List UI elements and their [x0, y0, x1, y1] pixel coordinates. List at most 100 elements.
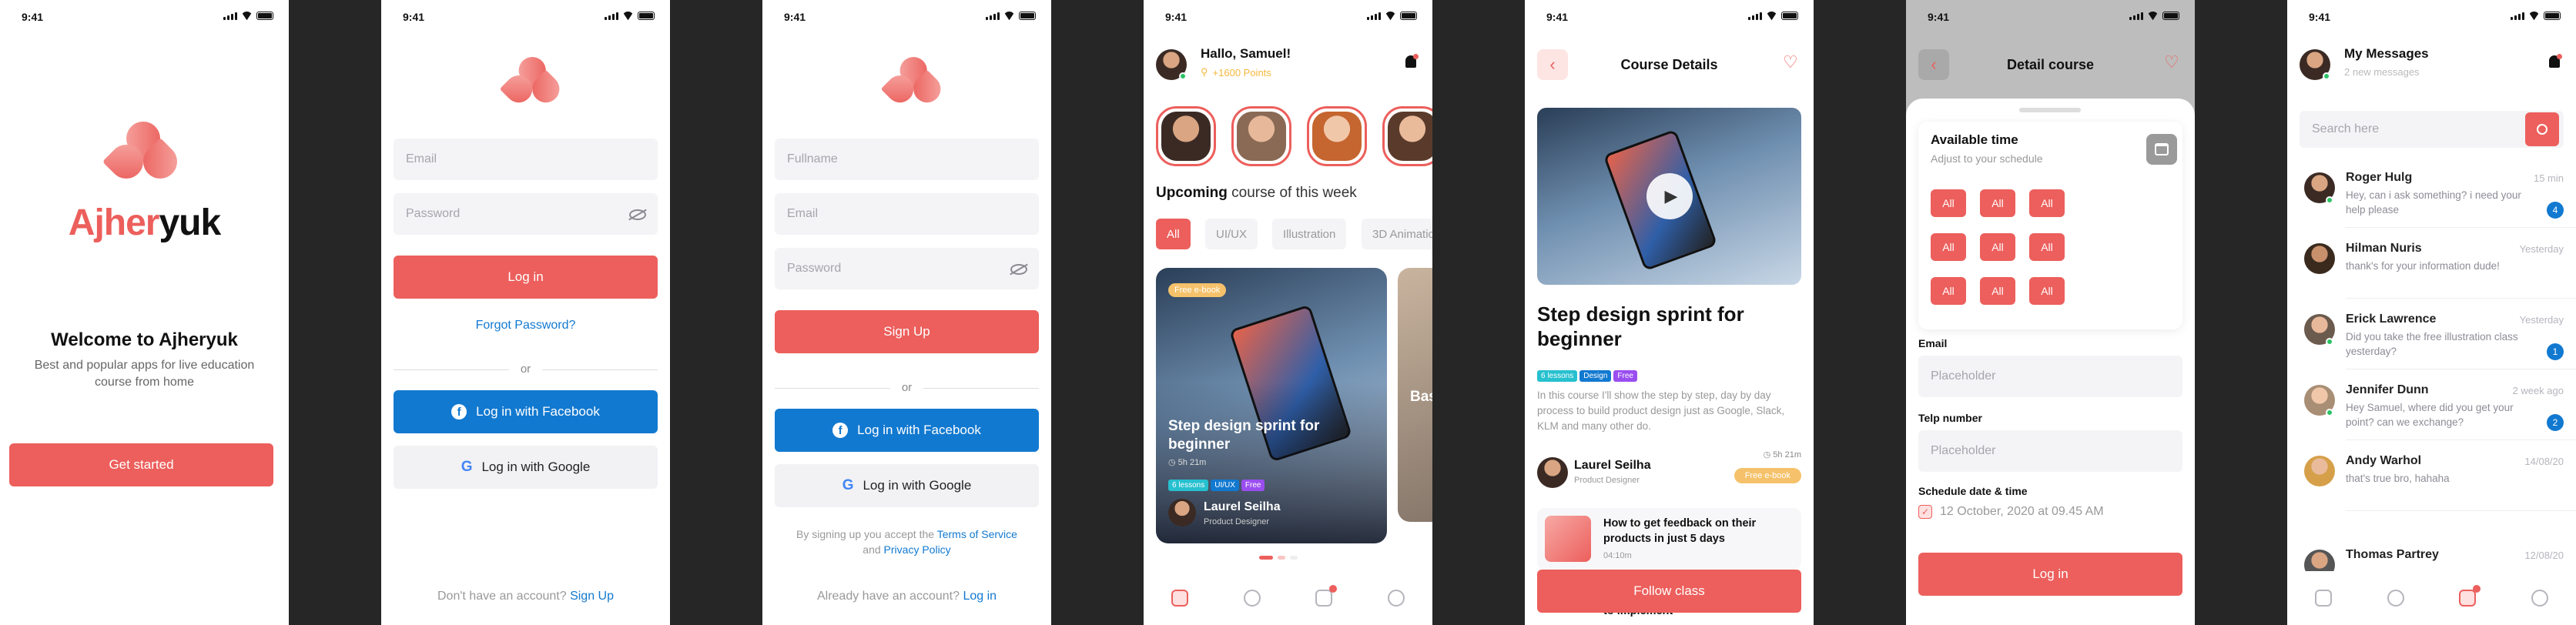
contact-name: Erick Lawrence: [2346, 312, 2437, 326]
phone-field[interactable]: Placeholder: [1918, 430, 2182, 472]
login-prompt: Already have an account? Log in: [762, 590, 1051, 603]
author-role: Product Designer: [1574, 476, 1640, 485]
nav-home-icon[interactable]: [1171, 590, 1188, 607]
story-avatar[interactable]: [1382, 106, 1432, 166]
filter-chip-all[interactable]: All: [1156, 219, 1191, 249]
contact-name: Hilman Nuris: [2346, 242, 2422, 255]
course-description: In this course I'll show the step by ste…: [1537, 389, 1785, 432]
search-input[interactable]: Search here: [2300, 111, 2564, 148]
conversation-item[interactable]: Andy Warhol that's true bro, hahaha 14/08/…: [2287, 445, 2576, 511]
nav-messages-icon[interactable]: [2459, 585, 2481, 607]
brand-part-2: yuk: [159, 202, 221, 243]
play-button[interactable]: ▶: [1646, 173, 1693, 219]
bell-badge: [2557, 54, 2562, 59]
time-slot[interactable]: All: [2029, 233, 2065, 261]
time-slot[interactable]: All: [1980, 277, 2015, 305]
nav-explore-icon[interactable]: [2387, 590, 2404, 607]
facebook-login-button[interactable]: f Log in with Facebook: [394, 390, 658, 433]
get-started-button[interactable]: Get started: [9, 443, 273, 486]
terms-link[interactable]: Terms of Service: [937, 528, 1017, 540]
contact-avatar: [2304, 456, 2335, 486]
hide-password-icon[interactable]: [1010, 264, 1027, 275]
privacy-link[interactable]: Privacy Policy: [884, 543, 951, 556]
filter-chip-illustration[interactable]: Illustration: [1272, 219, 1347, 249]
search-button[interactable]: [2525, 112, 2559, 146]
conversation-item[interactable]: Jennifer Dunn Hey Samuel, where did you g…: [2287, 374, 2576, 440]
forgot-password-link[interactable]: Forgot Password?: [381, 319, 670, 333]
battery-icon: [2544, 12, 2561, 20]
login-button[interactable]: Log in: [394, 256, 658, 299]
divider: [542, 369, 658, 370]
filter-chip-uiux[interactable]: UI/UX: [1205, 219, 1258, 249]
course-card[interactable]: Basic illustration: [1398, 268, 1432, 522]
contact-name: Roger Hulg: [2346, 171, 2413, 184]
carousel-dots: [1259, 556, 1298, 560]
brand-part-1: Ajher: [68, 202, 160, 243]
contact-name: Jennifer Dunn: [2346, 383, 2429, 396]
filter-chip-3d[interactable]: 3D Animation: [1362, 219, 1432, 249]
time-slot[interactable]: All: [2029, 189, 2065, 217]
time-slot[interactable]: All: [1980, 233, 2015, 261]
nav-explore-icon[interactable]: [1243, 590, 1261, 607]
date-row[interactable]: ✓ 12 October, 2020 at 09.45 AM: [1918, 505, 2104, 519]
points-text: +1600 Points: [1212, 66, 1271, 79]
battery-icon: [1781, 12, 1798, 20]
bell-badge: [1413, 54, 1419, 59]
facebook-login-button[interactable]: f Log in with Facebook: [775, 409, 1039, 452]
time-slot[interactable]: All: [1931, 277, 1966, 305]
follow-class-button[interactable]: Follow class: [1537, 570, 1801, 613]
author-avatar: [1168, 499, 1196, 526]
hide-password-icon[interactable]: [629, 209, 646, 220]
login-link[interactable]: Log in: [963, 590, 997, 603]
nav-profile-icon[interactable]: [1388, 590, 1405, 607]
wifi-icon: [2147, 12, 2159, 20]
time-slot[interactable]: All: [1980, 189, 2015, 217]
email-field[interactable]: Email: [775, 193, 1039, 235]
time-slot[interactable]: All: [1931, 233, 1966, 261]
nav-home-icon[interactable]: [2314, 590, 2332, 607]
conversation-item[interactable]: Erick Lawrence Did you take the free illu…: [2287, 303, 2576, 369]
story-avatar[interactable]: [1156, 106, 1216, 166]
login-button[interactable]: Log in: [1918, 553, 2182, 596]
google-login-label: Log in with Google: [863, 478, 972, 493]
conversation-item[interactable]: Hilman Nuris thank's for your information…: [2287, 232, 2576, 299]
wifi-icon: [1385, 12, 1396, 20]
password-field[interactable]: Password: [394, 193, 658, 235]
time-slot[interactable]: All: [2029, 277, 2065, 305]
password-field[interactable]: Password: [775, 248, 1039, 289]
time-slot[interactable]: All: [1931, 189, 1966, 217]
conversation-item[interactable]: Roger Hulg Hey, can i ask something? i ne…: [2287, 162, 2576, 228]
battery-icon: [1019, 12, 1036, 20]
course-card[interactable]: Free e-book Step design sprint for begin…: [1156, 268, 1387, 543]
calendar-icon[interactable]: [2146, 134, 2177, 165]
heart-icon[interactable]: ♡: [1783, 52, 1798, 72]
story-avatar[interactable]: [1231, 106, 1291, 166]
terms-and: and: [863, 543, 881, 556]
facebook-icon: f: [451, 404, 467, 419]
signup-link[interactable]: Sign Up: [570, 590, 614, 603]
signup-button[interactable]: Sign Up: [775, 310, 1039, 353]
sheet-handle[interactable]: [2019, 108, 2081, 112]
terms-prefix: By signing up you accept the: [796, 528, 935, 540]
google-login-button[interactable]: G Log in with Google: [394, 446, 658, 489]
unread-badge: 4: [2547, 202, 2564, 219]
nav-profile-icon[interactable]: [2531, 590, 2549, 607]
course-video[interactable]: ▶: [1537, 108, 1801, 285]
google-login-button[interactable]: G Log in with Google: [775, 464, 1039, 507]
related-lesson[interactable]: How to get feedback on their products in…: [1537, 508, 1801, 570]
page-subtitle: 2 new messages: [2344, 66, 2420, 78]
email-field[interactable]: Email: [394, 139, 658, 180]
checkbox[interactable]: ✓: [1918, 505, 1932, 519]
heart-icon[interactable]: ♡: [2164, 52, 2179, 72]
story-avatar[interactable]: [1307, 106, 1367, 166]
card-title: Step design sprint for beginner: [1168, 418, 1320, 453]
email-field[interactable]: Placeholder: [1918, 356, 2182, 397]
nav-messages-icon[interactable]: [1315, 585, 1338, 607]
fullname-field[interactable]: Fullname: [775, 139, 1039, 180]
phone-label: Telp number: [1918, 412, 1982, 424]
signal-icon: [605, 12, 618, 20]
welcome-subtitle: Best and popular apps for live education…: [34, 359, 255, 389]
signup-screen: 9:41 Fullname Email Password Sign Up or …: [762, 0, 1051, 625]
status-bar: 9:41: [2287, 0, 2576, 34]
message-time: 2 week ago: [2512, 385, 2564, 396]
